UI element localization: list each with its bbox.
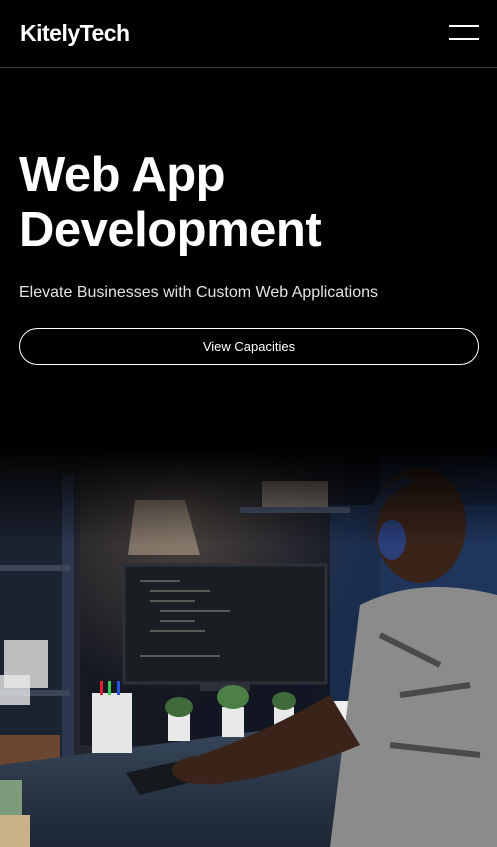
hero-subtitle: Elevate Businesses with Custom Web Appli… (19, 284, 378, 301)
title-line-1: Web App (19, 148, 226, 202)
hero-photo (0, 445, 497, 847)
site-header: KitelyTech (0, 0, 497, 68)
logo[interactable]: KitelyTech (20, 19, 130, 47)
view-capacities-button[interactable]: View Capacities (19, 328, 479, 365)
page-title: Web App Development (19, 148, 479, 258)
title-line-2: Development (19, 203, 322, 257)
hamburger-menu-icon[interactable] (446, 22, 480, 46)
menu-line-top (449, 25, 479, 27)
menu-line-bottom (449, 38, 479, 40)
